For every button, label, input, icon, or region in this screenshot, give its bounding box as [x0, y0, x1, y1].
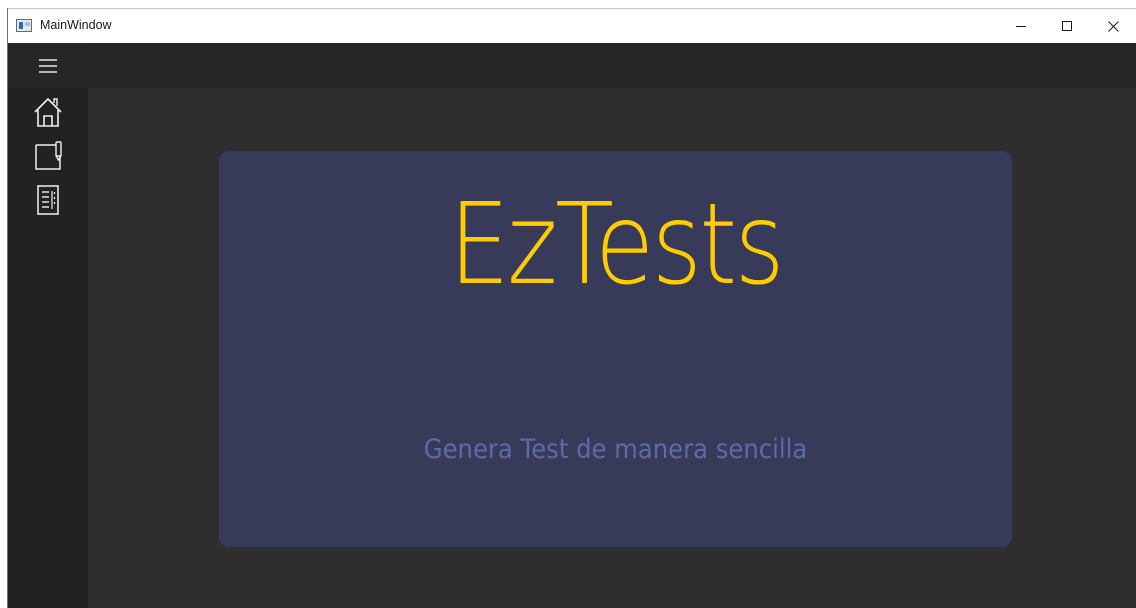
- edit-test-icon: [35, 141, 62, 170]
- top-bar: [88, 43, 1136, 88]
- close-icon: [1107, 20, 1119, 32]
- home-icon: [34, 98, 62, 127]
- minimize-button[interactable]: [998, 9, 1044, 43]
- maximize-button[interactable]: [1044, 9, 1090, 43]
- main-window: MainWindow EzTests Genera Test de manera…: [7, 8, 1136, 608]
- welcome-card: EzTests Genera Test de manera sencilla: [219, 151, 1012, 547]
- title-bar[interactable]: MainWindow: [8, 8, 1136, 43]
- app-icon: [16, 19, 32, 32]
- hamburger-menu-icon: [39, 59, 57, 73]
- nav-create-test-button[interactable]: [32, 139, 64, 173]
- window-title: MainWindow: [40, 18, 112, 32]
- app-name-title: EzTests: [448, 180, 785, 310]
- nav-home-button[interactable]: [32, 95, 64, 129]
- sidebar: [8, 43, 88, 608]
- list-document-icon: [37, 185, 59, 215]
- nav-tests-list-button[interactable]: [32, 183, 64, 217]
- maximize-icon: [1062, 21, 1072, 31]
- content-area: EzTests Genera Test de manera sencilla: [88, 88, 1136, 608]
- hamburger-menu-button[interactable]: [8, 43, 88, 88]
- minimize-icon: [1016, 26, 1026, 27]
- app-tagline: Genera Test de manera sencilla: [423, 434, 808, 465]
- close-button[interactable]: [1090, 9, 1136, 43]
